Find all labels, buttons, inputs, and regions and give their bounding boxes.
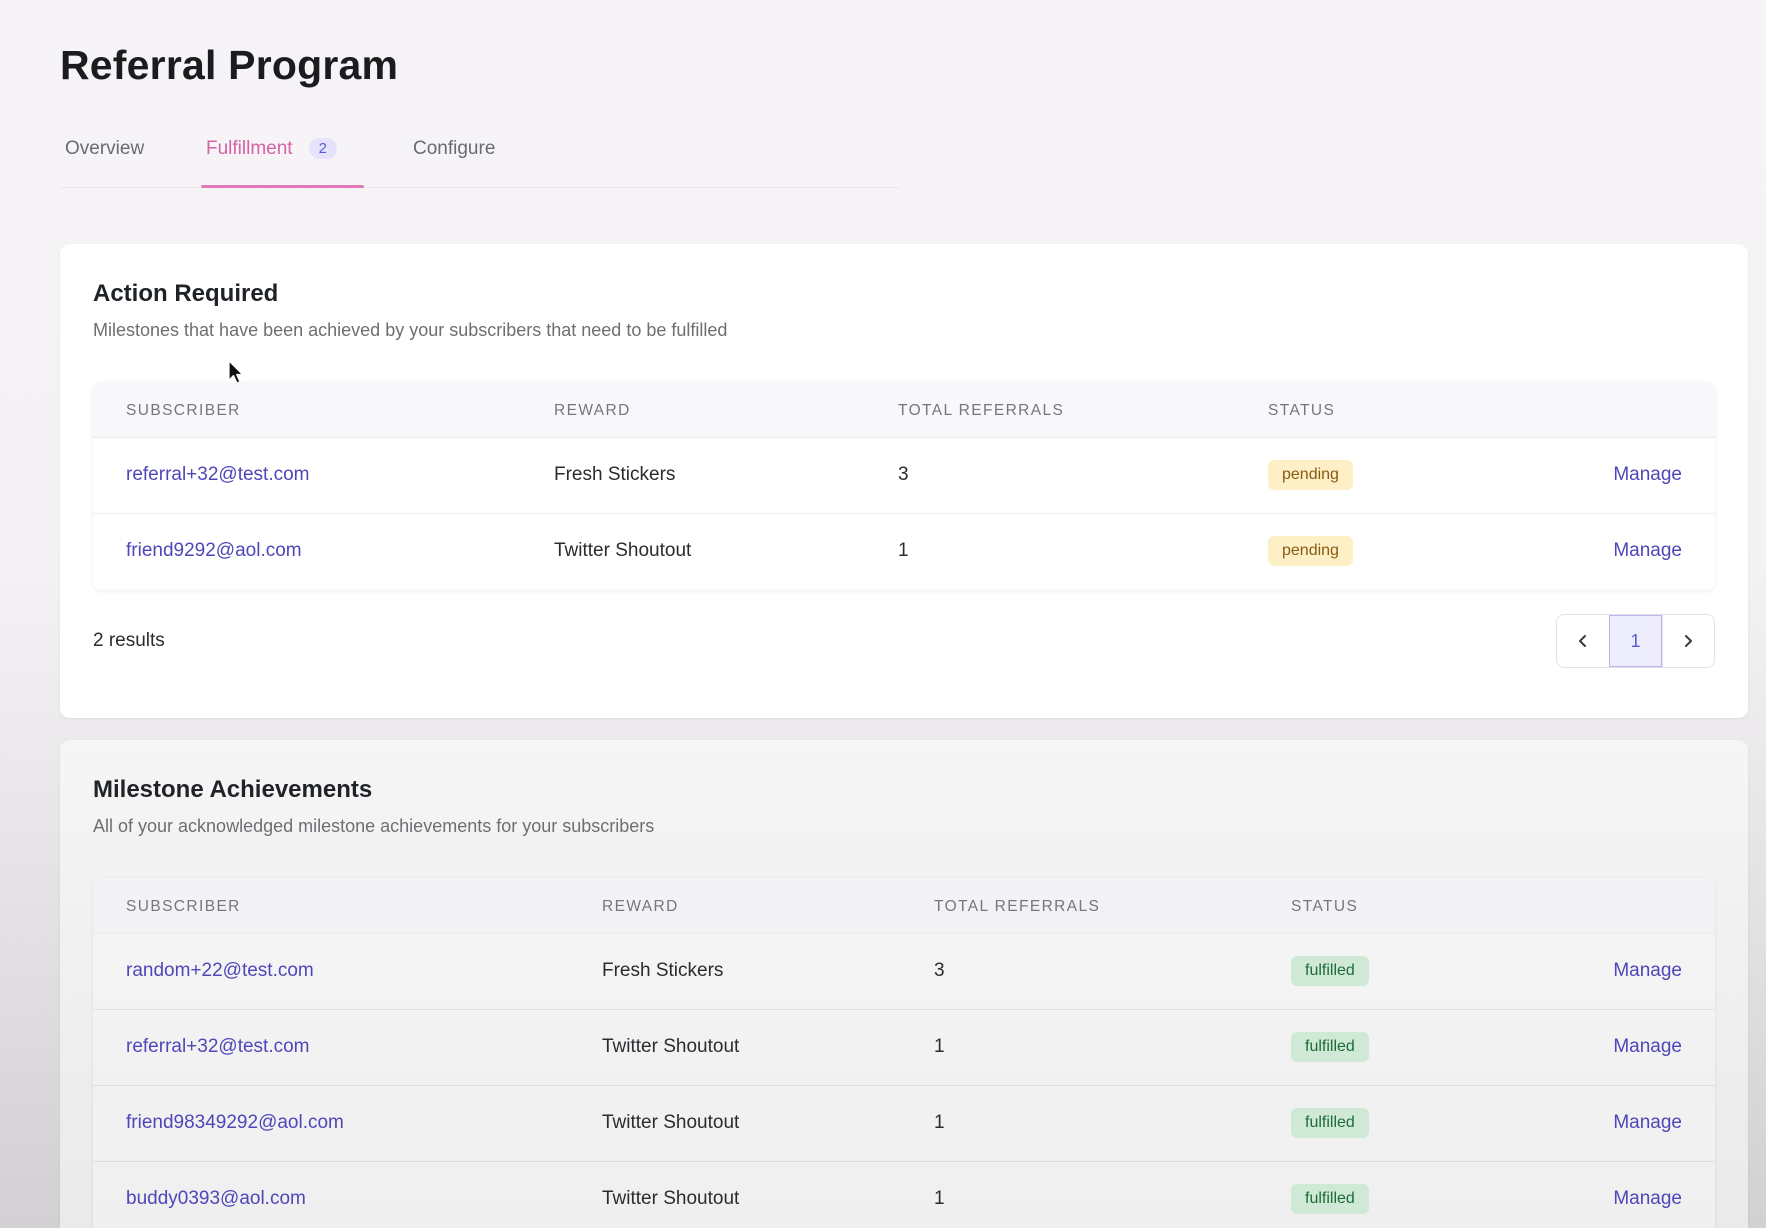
chevron-right-icon bbox=[1685, 635, 1693, 647]
table-row: referral+32@test.com Twitter Shoutout 1 … bbox=[93, 1010, 1715, 1086]
status-badge: fulfilled bbox=[1291, 1032, 1369, 1062]
action-required-table: SUBSCRIBER REWARD TOTAL REFERRALS STATUS… bbox=[93, 382, 1715, 590]
reward-cell: Twitter Shoutout bbox=[602, 1188, 740, 1209]
next-page-button[interactable] bbox=[1661, 615, 1714, 667]
column-header-total-referrals: TOTAL REFERRALS bbox=[934, 898, 1101, 915]
card-title: Milestone Achievements bbox=[93, 776, 373, 803]
manage-link[interactable]: Manage bbox=[1613, 960, 1682, 982]
table-header: SUBSCRIBER REWARD TOTAL REFERRALS STATUS bbox=[93, 878, 1715, 934]
tab-fulfillment-label: Fulfillment bbox=[206, 138, 293, 159]
subscriber-email-link[interactable]: friend98349292@aol.com bbox=[126, 1112, 344, 1134]
milestones-table: SUBSCRIBER REWARD TOTAL REFERRALS STATUS… bbox=[93, 878, 1715, 1228]
subscriber-email-link[interactable]: referral+32@test.com bbox=[126, 1036, 310, 1058]
card-subtitle: Milestones that have been achieved by yo… bbox=[93, 320, 728, 340]
manage-link[interactable]: Manage bbox=[1613, 464, 1682, 486]
mouse-pointer-icon bbox=[228, 360, 244, 384]
action-required-card: Action Required Milestones that have bee… bbox=[60, 244, 1748, 718]
table-row: buddy0393@aol.com Twitter Shoutout 1 ful… bbox=[93, 1162, 1715, 1228]
status-badge: pending bbox=[1268, 536, 1353, 566]
referrals-cell: 3 bbox=[898, 464, 909, 485]
tab-configure-label: Configure bbox=[413, 138, 496, 159]
reward-cell: Fresh Stickers bbox=[554, 464, 676, 485]
tab-count-badge: 2 bbox=[308, 138, 337, 159]
subscriber-email-link[interactable]: friend9292@aol.com bbox=[126, 540, 302, 562]
card-title: Action Required bbox=[93, 280, 279, 307]
milestone-achievements-card: Milestone Achievements All of your ackno… bbox=[60, 740, 1748, 1228]
column-header-status: STATUS bbox=[1291, 898, 1359, 915]
active-tab-indicator bbox=[201, 185, 364, 188]
referrals-cell: 1 bbox=[898, 540, 909, 561]
page-number-button[interactable]: 1 bbox=[1609, 615, 1662, 667]
table-row: random+22@test.com Fresh Stickers 3 fulf… bbox=[93, 934, 1715, 1010]
column-header-subscriber: SUBSCRIBER bbox=[126, 898, 241, 915]
referrals-cell: 1 bbox=[934, 1036, 945, 1057]
referrals-cell: 1 bbox=[934, 1112, 945, 1133]
reward-cell: Twitter Shoutout bbox=[554, 540, 692, 561]
tab-fulfillment[interactable]: Fulfillment 2 bbox=[202, 138, 343, 188]
status-badge: fulfilled bbox=[1291, 1184, 1369, 1214]
subscriber-email-link[interactable]: referral+32@test.com bbox=[126, 464, 310, 486]
column-header-subscriber: SUBSCRIBER bbox=[126, 402, 241, 419]
subscriber-email-link[interactable]: random+22@test.com bbox=[126, 960, 314, 982]
manage-link[interactable]: Manage bbox=[1613, 1112, 1682, 1134]
manage-link[interactable]: Manage bbox=[1613, 540, 1682, 562]
referrals-cell: 1 bbox=[934, 1188, 945, 1209]
status-badge: pending bbox=[1268, 460, 1353, 490]
subscriber-email-link[interactable]: buddy0393@aol.com bbox=[126, 1188, 306, 1210]
column-header-reward: REWARD bbox=[602, 898, 679, 915]
page-title: Referral Program bbox=[60, 42, 399, 88]
tab-configure[interactable]: Configure bbox=[413, 138, 495, 188]
column-header-status: STATUS bbox=[1268, 402, 1336, 419]
referrals-cell: 3 bbox=[934, 960, 945, 981]
table-row: referral+32@test.com Fresh Stickers 3 pe… bbox=[93, 438, 1715, 514]
card-subtitle: All of your acknowledged milestone achie… bbox=[93, 816, 655, 836]
reward-cell: Twitter Shoutout bbox=[602, 1112, 740, 1133]
tab-bar: Overview Fulfillment 2 Configure bbox=[60, 130, 900, 188]
pagination: 1 bbox=[1556, 614, 1715, 668]
tab-overview[interactable]: Overview bbox=[65, 138, 144, 188]
column-header-total-referrals: TOTAL REFERRALS bbox=[898, 402, 1065, 419]
manage-link[interactable]: Manage bbox=[1613, 1036, 1682, 1058]
tab-overview-label: Overview bbox=[65, 138, 145, 159]
table-header: SUBSCRIBER REWARD TOTAL REFERRALS STATUS bbox=[93, 382, 1715, 438]
reward-cell: Twitter Shoutout bbox=[602, 1036, 740, 1057]
column-header-reward: REWARD bbox=[554, 402, 631, 419]
results-count: 2 results bbox=[93, 630, 165, 651]
chevron-left-icon bbox=[1579, 635, 1587, 647]
manage-link[interactable]: Manage bbox=[1613, 1188, 1682, 1210]
previous-page-button[interactable] bbox=[1557, 615, 1609, 667]
table-row: friend9292@aol.com Twitter Shoutout 1 pe… bbox=[93, 514, 1715, 590]
status-badge: fulfilled bbox=[1291, 1108, 1369, 1138]
reward-cell: Fresh Stickers bbox=[602, 960, 724, 981]
status-badge: fulfilled bbox=[1291, 956, 1369, 986]
table-row: friend98349292@aol.com Twitter Shoutout … bbox=[93, 1086, 1715, 1162]
